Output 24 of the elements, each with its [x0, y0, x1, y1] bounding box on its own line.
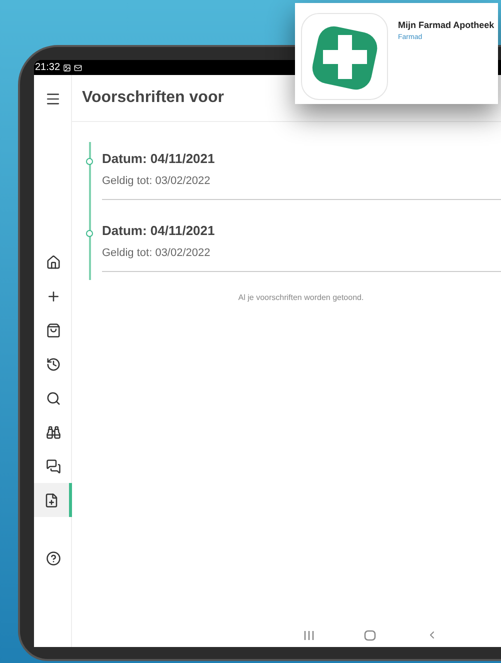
page-title: Voorschriften voor: [82, 88, 224, 108]
chat-icon: [46, 458, 60, 474]
valid-until-date: Geldig tot: 03/02/2022: [102, 174, 212, 188]
valid-until-date: Geldig tot: 03/02/2022: [102, 246, 212, 260]
sidebar-item[interactable]: [34, 483, 72, 517]
search-icon: [46, 390, 60, 406]
recent-apps-icon[interactable]: [304, 630, 314, 640]
menu-icon: [44, 90, 60, 106]
plus-icon: [46, 288, 60, 304]
help-icon: [46, 550, 60, 566]
home-button-icon[interactable]: [364, 630, 376, 640]
notification-icon: [63, 64, 72, 72]
shopping-bag-icon: [46, 322, 60, 338]
footer-note: Al je voorschriften worden getoond.: [237, 292, 365, 304]
app-name: Mijn Farmad Apotheek: [398, 19, 494, 32]
binoculars-icon: [46, 424, 60, 440]
prescription-date: Datum: 04/11/2021: [102, 222, 216, 240]
mail-icon: [74, 64, 82, 72]
history-icon: [46, 356, 60, 372]
home-icon: [46, 254, 60, 270]
prescription-date: Datum: 04/11/2021: [102, 150, 216, 168]
document-plus-icon: [44, 492, 59, 508]
app-icon: [301, 13, 388, 100]
status-time: 21:32: [35, 62, 60, 72]
